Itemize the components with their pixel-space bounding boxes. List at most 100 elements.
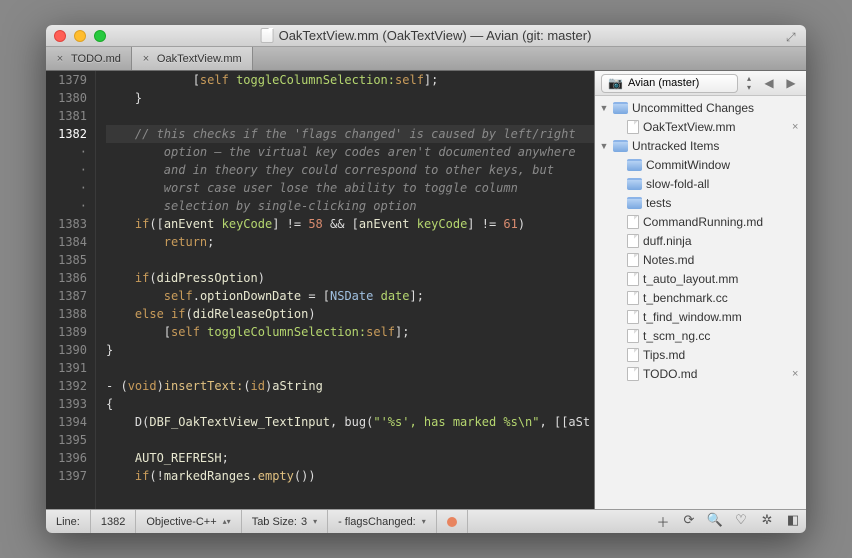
line-number[interactable]: ▾1393: [46, 395, 87, 413]
tree-item[interactable]: duff.ninja: [595, 231, 806, 250]
tree-item[interactable]: t_scm_ng.cc: [595, 326, 806, 345]
tree-section-header[interactable]: ▼Uncommitted Changes: [595, 98, 806, 117]
code-line[interactable]: selection by single-clicking option: [106, 197, 594, 215]
code-line[interactable]: [self toggleColumnSelection:self];: [106, 71, 594, 89]
code-line[interactable]: worst case user lose the ability to togg…: [106, 179, 594, 197]
zoom-button[interactable]: [94, 30, 106, 42]
code-line[interactable]: [self toggleColumnSelection:self];: [106, 323, 594, 341]
code-line[interactable]: else if(didReleaseOption): [106, 305, 594, 323]
tree-item[interactable]: OakTextView.mm×: [595, 117, 806, 136]
line-number[interactable]: 1389: [46, 323, 87, 341]
line-number[interactable]: 1387: [46, 287, 87, 305]
line-number[interactable]: ▾1380: [46, 89, 87, 107]
line-number[interactable]: 1392: [46, 377, 87, 395]
tree-item-close-button[interactable]: ×: [792, 368, 806, 380]
toggle-sidebar-button[interactable]: ◧: [780, 512, 806, 528]
code-body[interactable]: [self toggleColumnSelection:self]; } // …: [96, 71, 594, 509]
line-number[interactable]: ·: [46, 143, 87, 161]
line-number[interactable]: ·: [46, 161, 87, 179]
line-number[interactable]: 1379: [46, 71, 87, 89]
line-number[interactable]: 1395: [46, 431, 87, 449]
nav-forward-button[interactable]: ▶: [782, 74, 800, 92]
code-line[interactable]: D(DBF_OakTextView_TextInput, bug("'%s', …: [106, 413, 594, 431]
code-line[interactable]: [106, 251, 594, 269]
line-number[interactable]: ▾1390: [46, 341, 87, 359]
code-line[interactable]: if(didPressOption): [106, 269, 594, 287]
settings-button[interactable]: ✲: [754, 512, 780, 528]
tab-close-button[interactable]: ×: [140, 53, 152, 65]
line-number[interactable]: 1386: [46, 269, 87, 287]
tree-item[interactable]: TODO.md×: [595, 364, 806, 383]
code-line[interactable]: // this checks if the 'flags changed' is…: [106, 125, 594, 143]
tree-item[interactable]: t_auto_layout.mm: [595, 269, 806, 288]
reload-button[interactable]: ⟳: [676, 512, 702, 528]
history-stepper[interactable]: ▴ ▾: [742, 74, 756, 92]
code-line[interactable]: self.optionDownDate = [NSDate date];: [106, 287, 594, 305]
favorites-button[interactable]: ♡: [728, 512, 754, 528]
line-number[interactable]: 1385: [46, 251, 87, 269]
line-number[interactable]: 1397: [46, 467, 87, 485]
code-line[interactable]: }: [106, 341, 594, 359]
code-line[interactable]: AUTO_REFRESH;: [106, 449, 594, 467]
tree-item[interactable]: Notes.md: [595, 250, 806, 269]
line-number[interactable]: 1394: [46, 413, 87, 431]
code-line[interactable]: [106, 359, 594, 377]
code-line[interactable]: - (void)insertText:(id)aString: [106, 377, 594, 395]
scm-scope-label: Avian (master): [628, 77, 699, 89]
tree-item[interactable]: CommitWindow: [595, 155, 806, 174]
code-line[interactable]: if([anEvent keyCode] != 58 && [anEvent k…: [106, 215, 594, 233]
minimize-button[interactable]: [74, 30, 86, 42]
tree-item-close-button[interactable]: ×: [792, 121, 806, 133]
tree-item[interactable]: CommandRunning.md: [595, 212, 806, 231]
line-number[interactable]: 1384: [46, 233, 87, 251]
tab-close-button[interactable]: ×: [54, 53, 66, 65]
line-number[interactable]: 1383: [46, 215, 87, 233]
line-number[interactable]: 1381: [46, 107, 87, 125]
add-button[interactable]: ＋: [650, 512, 676, 531]
nav-back-button[interactable]: ◀: [760, 74, 778, 92]
code-line[interactable]: return;: [106, 233, 594, 251]
status-line-value[interactable]: 1382: [91, 510, 136, 533]
code-line[interactable]: {: [106, 395, 594, 413]
symbol-popup[interactable]: - flagsChanged: ▾: [328, 510, 437, 533]
file-icon: [627, 272, 639, 286]
code-line[interactable]: [106, 431, 594, 449]
code-line[interactable]: if(!markedRanges.empty()): [106, 467, 594, 485]
tree-item-label: t_find_window.mm: [643, 310, 806, 324]
document-proxy-icon[interactable]: [261, 28, 274, 43]
scm-scope-popup[interactable]: 📷 Avian (master): [601, 74, 738, 93]
language-popup[interactable]: Objective-C++ ▴▾: [136, 510, 241, 533]
fullscreen-button[interactable]: ⤢: [786, 30, 800, 42]
tree-item-label: t_benchmark.cc: [643, 291, 806, 305]
line-number[interactable]: 1391: [46, 359, 87, 377]
code-line[interactable]: and in theory they could correspond to o…: [106, 161, 594, 179]
tree-item[interactable]: Tips.md: [595, 345, 806, 364]
drawer-icon: ◧: [787, 512, 799, 528]
code-line[interactable]: }: [106, 89, 594, 107]
tree-item[interactable]: t_find_window.mm: [595, 307, 806, 326]
line-number[interactable]: 1396: [46, 449, 87, 467]
search-button[interactable]: 🔍: [702, 512, 728, 528]
tree-item[interactable]: t_benchmark.cc: [595, 288, 806, 307]
file-icon: [627, 234, 639, 248]
code-line[interactable]: option — the virtual key codes aren't do…: [106, 143, 594, 161]
disclosure-triangle-icon[interactable]: ▼: [599, 103, 609, 113]
tab-size-popup[interactable]: Tab Size: 3 ▾: [242, 510, 328, 533]
tree-item[interactable]: slow-fold-all: [595, 174, 806, 193]
line-number[interactable]: 1388: [46, 305, 87, 323]
popup-caret-icon: ▾: [313, 517, 317, 526]
tab[interactable]: ×TODO.md: [46, 47, 132, 70]
tab[interactable]: ×OakTextView.mm: [132, 47, 253, 70]
tree-item-label: CommitWindow: [646, 158, 806, 172]
line-number[interactable]: ·: [46, 197, 87, 215]
tree-section-header[interactable]: ▼Untracked Items: [595, 136, 806, 155]
line-number[interactable]: ·: [46, 179, 87, 197]
tree-item[interactable]: tests: [595, 193, 806, 212]
disclosure-triangle-icon[interactable]: ▼: [599, 141, 609, 151]
code-line[interactable]: [106, 107, 594, 125]
tree-item-label: slow-fold-all: [646, 177, 806, 191]
macro-record-button[interactable]: [437, 510, 468, 533]
close-button[interactable]: [54, 30, 66, 42]
code-editor[interactable]: 1379▾138013811382····1383138413851386138…: [46, 71, 594, 509]
line-number[interactable]: 1382: [46, 125, 87, 143]
